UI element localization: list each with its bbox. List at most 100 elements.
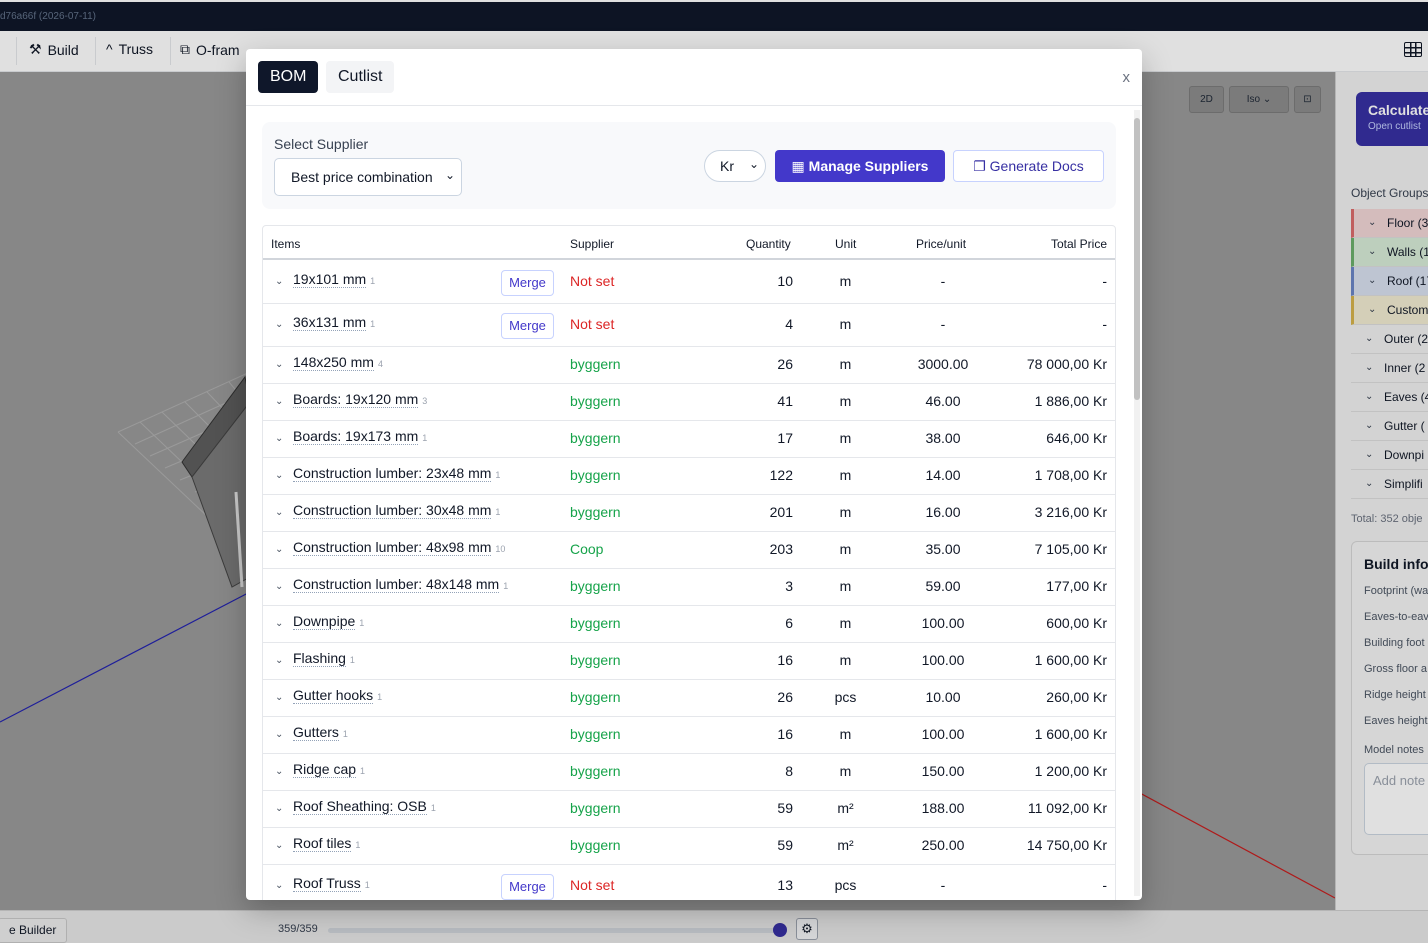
chevron-down-icon[interactable]: ⌄ [275, 507, 283, 518]
item-name[interactable]: Gutter hooks [293, 687, 374, 704]
slider-settings-icon[interactable]: ⚙ [796, 918, 818, 940]
group-item-inner[interactable]: ⌄ Inner (2 [1351, 354, 1428, 383]
table-row[interactable]: ⌄ Construction lumber: 48x148 mm 1 byggern 3… [263, 569, 1115, 606]
item-name[interactable]: Roof tiles [293, 835, 352, 852]
chevron-down-icon[interactable]: ⌄ [275, 840, 283, 851]
close-icon[interactable]: x [1123, 69, 1131, 86]
o-frame-tool-button[interactable]: ⧉ O-fram [180, 41, 240, 58]
group-item-downpipe[interactable]: ⌄ Downpi [1351, 441, 1428, 470]
chevron-down-icon[interactable]: ⌄ [275, 880, 283, 891]
step-slider-track[interactable] [328, 928, 780, 933]
table-row[interactable]: ⌄ Flashing 1 byggern 16 m 100.00 1 600,00 Kr [263, 643, 1115, 680]
supplier-cell[interactable]: byggern [570, 430, 621, 446]
supplier-select[interactable]: Best price combination ⌄ [274, 158, 462, 196]
calculate-button[interactable]: Calculate Open cutlist [1356, 92, 1428, 146]
group-item-custom[interactable]: ⌄ Custom [1351, 296, 1428, 325]
table-row[interactable]: ⌄ Gutters 1 byggern 16 m 100.00 1 600,00 Kr [263, 717, 1115, 754]
supplier-cell[interactable]: byggern [570, 393, 621, 409]
chevron-down-icon[interactable]: ⌄ [275, 359, 283, 370]
supplier-cell[interactable]: byggern [570, 689, 621, 705]
chevron-down-icon[interactable]: ⌄ [275, 766, 283, 777]
builder-tab[interactable]: e Builder [0, 918, 68, 943]
chevron-down-icon[interactable]: ⌄ [275, 581, 283, 592]
group-item-walls[interactable]: ⌄ Walls (12 [1351, 238, 1428, 267]
item-name[interactable]: 36x131 mm [293, 314, 367, 331]
item-name[interactable]: Ridge cap [293, 761, 357, 778]
table-row[interactable]: ⌄ 36x131 mm 1 Merge Not set 4 m - - [263, 304, 1115, 347]
item-name[interactable]: Downpipe [293, 613, 356, 630]
supplier-cell[interactable]: byggern [570, 837, 621, 853]
table-row[interactable]: ⌄ Boards: 19x120 mm 3 byggern 41 m 46.00 1 886,… [263, 384, 1115, 421]
build-tool-button[interactable]: ⚒ Build [29, 41, 79, 58]
supplier-cell[interactable]: byggern [570, 652, 621, 668]
supplier-cell[interactable]: byggern [570, 726, 621, 742]
supplier-cell[interactable]: byggern [570, 800, 621, 816]
table-row[interactable]: ⌄ 19x101 mm 1 Merge Not set 10 m - - [263, 261, 1115, 304]
table-row[interactable]: ⌄ Boards: 19x173 mm 1 byggern 17 m 38.00 646,00… [263, 421, 1115, 458]
grid-icon[interactable] [1404, 42, 1422, 57]
supplier-cell[interactable]: byggern [570, 763, 621, 779]
table-row[interactable]: ⌄ Roof Sheathing: OSB 1 byggern 59 m² 188.00 11… [263, 791, 1115, 828]
model-notes-input[interactable]: Add note [1364, 763, 1428, 835]
table-row[interactable]: ⌄ Ridge cap 1 byggern 8 m 150.00 1 200,00 Kr [263, 754, 1115, 791]
supplier-cell[interactable]: Not set [570, 316, 614, 332]
step-slider-thumb[interactable] [773, 923, 787, 937]
supplier-cell[interactable]: byggern [570, 504, 621, 520]
chevron-down-icon[interactable]: ⌄ [275, 319, 283, 330]
merge-button[interactable]: Merge [501, 270, 554, 296]
chevron-down-icon[interactable]: ⌄ [275, 396, 283, 407]
chevron-down-icon[interactable]: ⌄ [275, 276, 283, 287]
item-name[interactable]: Roof Sheathing: OSB [293, 798, 427, 815]
table-row[interactable]: ⌄ 148x250 mm 4 byggern 26 m 3000.00 78 000,00 K… [263, 347, 1115, 384]
tab-cutlist[interactable]: Cutlist [326, 61, 395, 93]
currency-select[interactable]: Kr ⌄ [704, 150, 766, 182]
table-row[interactable]: ⌄ Roof Truss 1 Merge Not set 13 pcs - - [263, 865, 1115, 900]
table-row[interactable]: ⌄ Construction lumber: 48x98 mm 10 Coop 203 m… [263, 532, 1115, 569]
manage-suppliers-button[interactable]: ▦ Manage Suppliers [775, 150, 945, 182]
view-iso-select[interactable]: Iso ⌄ [1229, 86, 1289, 113]
item-name[interactable]: Boards: 19x120 mm [293, 391, 419, 408]
supplier-cell[interactable]: Not set [570, 273, 614, 289]
item-name[interactable]: Gutters [293, 724, 339, 741]
supplier-cell[interactable]: byggern [570, 615, 621, 631]
item-name[interactable]: Construction lumber: 30x48 mm [293, 502, 492, 519]
table-row[interactable]: ⌄ Roof tiles 1 byggern 59 m² 250.00 14 750,00 K… [263, 828, 1115, 865]
item-name[interactable]: Roof Truss [293, 875, 361, 892]
item-name[interactable]: Construction lumber: 48x148 mm [293, 576, 500, 593]
chevron-down-icon[interactable]: ⌄ [275, 729, 283, 740]
chevron-down-icon[interactable]: ⌄ [275, 433, 283, 444]
group-item-simplified[interactable]: ⌄ Simplifi [1351, 470, 1428, 499]
item-name[interactable]: Boards: 19x173 mm [293, 428, 419, 445]
chevron-down-icon[interactable]: ⌄ [275, 803, 283, 814]
view-2d-button[interactable]: 2D [1189, 86, 1224, 113]
group-item-roof[interactable]: ⌄ Roof (17 [1351, 267, 1428, 296]
supplier-cell[interactable]: byggern [570, 578, 621, 594]
table-row[interactable]: ⌄ Construction lumber: 23x48 mm 1 byggern 12… [263, 458, 1115, 495]
item-name[interactable]: 19x101 mm [293, 271, 367, 288]
table-row[interactable]: ⌄ Construction lumber: 30x48 mm 1 byggern 20… [263, 495, 1115, 532]
tab-bom[interactable]: BOM [258, 61, 319, 93]
supplier-cell[interactable]: Not set [570, 877, 614, 893]
group-item-eaves[interactable]: ⌄ Eaves (4 [1351, 383, 1428, 412]
merge-button[interactable]: Merge [501, 874, 554, 900]
chevron-down-icon[interactable]: ⌄ [275, 655, 283, 666]
focus-view-icon[interactable]: ⊡ [1294, 86, 1321, 113]
merge-button[interactable]: Merge [501, 313, 554, 339]
group-item-outer[interactable]: ⌄ Outer (2 [1351, 325, 1428, 354]
chevron-down-icon[interactable]: ⌄ [275, 544, 283, 555]
table-row[interactable]: ⌄ Downpipe 1 byggern 6 m 100.00 600,00 Kr [263, 606, 1115, 643]
supplier-cell[interactable]: byggern [570, 467, 621, 483]
truss-tool-button[interactable]: ^ Truss [106, 41, 153, 57]
supplier-cell[interactable]: Coop [570, 541, 603, 557]
chevron-down-icon[interactable]: ⌄ [275, 470, 283, 481]
supplier-cell[interactable]: byggern [570, 356, 621, 372]
item-name[interactable]: 148x250 mm [293, 354, 374, 371]
scrollbar-thumb[interactable] [1134, 118, 1140, 400]
generate-docs-button[interactable]: ❐ Generate Docs [953, 150, 1104, 182]
chevron-down-icon[interactable]: ⌄ [275, 692, 283, 703]
chevron-down-icon[interactable]: ⌄ [275, 618, 283, 629]
modal-scrollbar[interactable] [1134, 110, 1140, 896]
table-row[interactable]: ⌄ Gutter hooks 1 byggern 26 pcs 10.00 260,00 Kr [263, 680, 1115, 717]
item-name[interactable]: Construction lumber: 48x98 mm [293, 539, 492, 556]
group-item-floor[interactable]: ⌄ Floor (3 [1351, 209, 1428, 238]
